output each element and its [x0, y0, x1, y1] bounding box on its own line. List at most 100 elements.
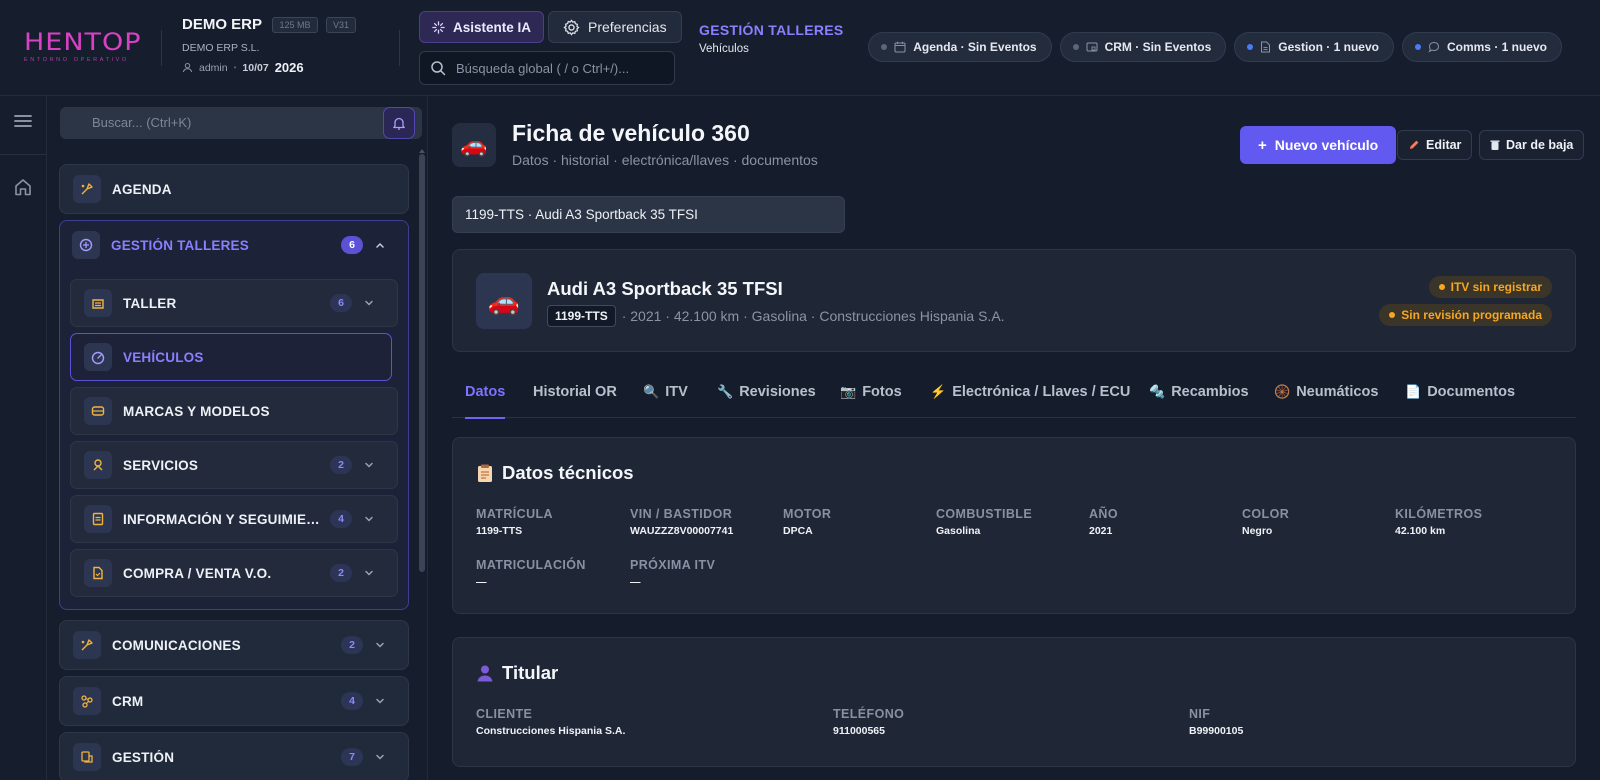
count-badge: 6 [330, 294, 352, 312]
field-kilometros: KILÓMETROS 42.100 km [1395, 507, 1483, 537]
chevron-down-icon[interactable] [363, 459, 375, 471]
sidebar-search-input[interactable]: Buscar... (Ctrl+K) [60, 107, 422, 139]
tab-documentos[interactable]: 📄 Documentos [1405, 376, 1515, 418]
left-rail [0, 96, 47, 780]
tab-electronica-llaves-ecu[interactable]: ⚡ Electrónica / Llaves / ECU [930, 376, 1130, 418]
field-ano: AÑO 2021 [1089, 507, 1118, 537]
ai-assistant-label: Asistente IA [453, 19, 532, 35]
sidebar-item-crm[interactable]: CRM 4 [59, 676, 409, 726]
chevron-down-icon[interactable] [363, 297, 375, 309]
divider [0, 154, 47, 155]
license-plate: 1199-TTS [547, 305, 616, 327]
chevron-down-icon[interactable] [363, 567, 375, 579]
global-search-input[interactable]: Búsqueda global ( / o Ctrl+/)... [419, 51, 675, 85]
agenda-icon [73, 175, 101, 203]
tab-itv[interactable]: 🔍 ITV [643, 376, 688, 418]
field-color: COLOR Negro [1242, 507, 1290, 537]
top-header: HENTOP ENTORNO OPERATIVO DEMO ERP 125 MB… [0, 0, 1600, 96]
ai-assistant-button[interactable]: Asistente IA [419, 11, 545, 43]
context-breadcrumb: GESTIÓN TALLERES Vehículos [699, 22, 844, 55]
document-icon [1260, 41, 1271, 53]
tab-recambios[interactable]: 🔩 Recambios [1149, 376, 1249, 418]
chevron-down-icon[interactable] [374, 639, 386, 651]
sidebar-item-servicios[interactable]: SERVICIOS 2 [70, 441, 398, 489]
context-page: Vehículos [699, 43, 749, 55]
vehicle-selector[interactable]: 1199-TTS · Audi A3 Sportback 35 TFSI [452, 196, 845, 233]
edit-button[interactable]: Editar [1397, 130, 1473, 160]
app-logo[interactable]: HENTOP ENTORNO OPERATIVO [24, 30, 142, 63]
sidebar-item-comunicaciones[interactable]: COMUNICACIONES 2 [59, 620, 409, 670]
sidebar-item-marcas-y-modelos[interactable]: MARCAS Y MODELOS [70, 387, 398, 435]
tab-revisiones[interactable]: 🔧 Revisiones [717, 376, 816, 418]
count-badge: 2 [330, 456, 352, 474]
company-name: DEMO ERP [182, 16, 263, 34]
sidebar-item-taller[interactable]: TALLER 6 [70, 279, 398, 327]
sidebar-item-agenda[interactable]: AGENDA [59, 164, 409, 214]
preferences-label: Preferencias [588, 19, 667, 35]
comms-pill[interactable]: Comms · 1 nuevo [1401, 32, 1562, 62]
field-vin: VIN / BASTIDOR WAUZZZ8V00007741 [630, 507, 734, 537]
pin-button[interactable] [383, 107, 415, 139]
sidebar-item-compra-venta-vo[interactable]: COMPRA / VENTA V.O. 2 [70, 549, 398, 597]
chat-icon [1428, 41, 1440, 53]
chevron-up-icon[interactable] [374, 239, 386, 251]
user-line: admin • 10/07 2026 [182, 60, 356, 75]
spinner-icon [432, 20, 445, 34]
hamburger-menu-icon[interactable] [12, 112, 34, 130]
management-icon [73, 743, 101, 771]
tab-neumaticos[interactable]: 🛞 Neumáticos [1274, 376, 1378, 418]
crm-network-icon [73, 687, 101, 715]
itv-status-badge: ITV sin registrar [1428, 276, 1552, 298]
divider [399, 30, 400, 66]
home-icon[interactable] [13, 177, 33, 197]
chevron-down-icon[interactable] [363, 513, 375, 525]
status-dot [1072, 44, 1079, 50]
sidebar-item-vehiculos[interactable]: VEHÍCULOS [70, 333, 392, 381]
magnifier-icon: 🔍 [643, 384, 660, 399]
workshop-icon [72, 231, 100, 259]
field-proxima-itv: PRÓXIMA ITV — [630, 558, 716, 588]
sidebar-group-header[interactable]: GESTIÓN TALLERES 6 [60, 221, 408, 269]
person-icon [476, 664, 494, 682]
field-nif: NIF B99900105 [1189, 707, 1244, 737]
field-matriculacion: MATRICULACIÓN — [476, 558, 586, 588]
crm-pill[interactable]: CRM · Sin Eventos [1059, 32, 1227, 62]
sidebar-group-gestion-talleres: GESTIÓN TALLERES 6 TALLER 6 VEHÍCULOS MA… [59, 220, 409, 610]
sidebar-item-gestion[interactable]: GESTIÓN 7 [59, 732, 409, 780]
vehicle-gauge-icon [84, 343, 112, 371]
vehicle-meta: 1199-TTS · 2021 · 42.100 km · Gasolina ·… [547, 305, 1005, 327]
trash-icon [1490, 139, 1500, 151]
owner-card: Titular CLIENTE Construcciones Hispania S… [452, 637, 1576, 767]
tab-fotos[interactable]: 📷 Fotos [840, 376, 902, 418]
scrollbar-thumb[interactable] [419, 154, 425, 572]
deregister-button[interactable]: Dar de baja [1479, 130, 1585, 160]
vehicle-name: Audi A3 Sportback 35 TFSI [547, 278, 783, 299]
current-year: 2026 [274, 60, 304, 75]
camera-icon: 📷 [840, 384, 857, 399]
tab-historial-or[interactable]: Historial OR [533, 376, 617, 418]
car-icon: 🚗 [476, 273, 532, 329]
preferences-button[interactable]: Preferencias [548, 11, 682, 43]
chevron-down-icon[interactable] [374, 695, 386, 707]
company-legal-name: DEMO ERP S.L. [182, 42, 260, 54]
wrench-icon: 🔧 [717, 384, 734, 399]
sidebar: Buscar... (Ctrl+K) AGENDA GESTIÓN TALLER… [47, 96, 428, 780]
context-module[interactable]: GESTIÓN TALLERES [699, 22, 844, 38]
bell-icon [392, 116, 406, 131]
status-dot [1414, 44, 1421, 50]
chevron-down-icon[interactable] [374, 751, 386, 763]
sidebar-item-informacion-y-seguimiento[interactable]: INFORMACIÓN Y SEGUIMIENTO 4 [70, 495, 398, 543]
field-matricula: MATRÍCULA 1199-TTS [476, 507, 553, 537]
agenda-pill[interactable]: Agenda · Sin Eventos [868, 32, 1052, 62]
pencil-icon [1408, 139, 1420, 151]
count-badge: 7 [341, 748, 363, 766]
tab-datos[interactable]: Datos [465, 376, 506, 419]
gestion-pill[interactable]: Gestion · 1 nuevo [1234, 32, 1394, 62]
new-vehicle-button[interactable]: + Nuevo vehículo [1240, 126, 1397, 164]
vehicle-summary-card: 🚗 Audi A3 Sportback 35 TFSI 1199-TTS · 2… [452, 249, 1576, 352]
sidebar-scrollbar[interactable] [419, 149, 425, 780]
notification-pills: Agenda · Sin Eventos CRM · Sin Eventos G… [868, 32, 1562, 62]
field-telefono: TELÉFONO 911000565 [833, 707, 905, 737]
gear-icon [563, 19, 580, 36]
vehicle-details: · 2021 · 42.100 km · Gasolina · Construc… [621, 308, 1005, 324]
